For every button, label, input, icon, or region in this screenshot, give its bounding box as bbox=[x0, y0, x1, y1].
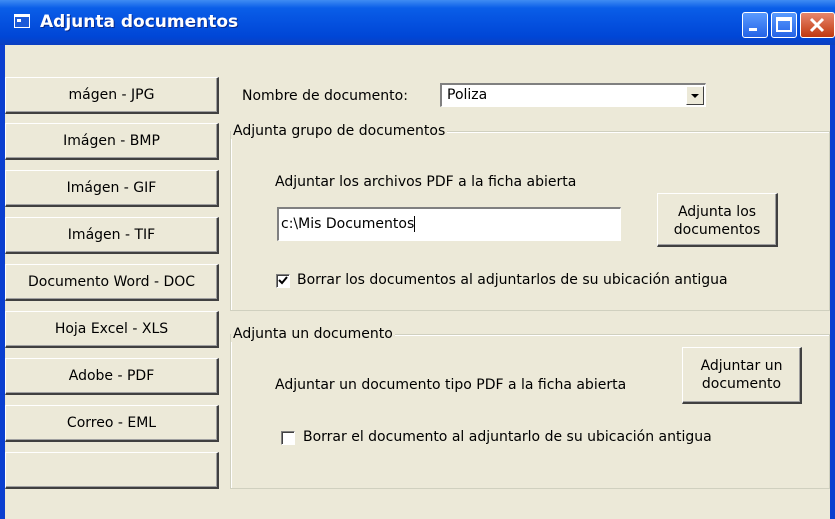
app-icon bbox=[14, 14, 30, 28]
minimize-button[interactable] bbox=[742, 12, 768, 38]
attach-documents-label-1: Adjunta los bbox=[677, 204, 757, 220]
window: Adjunta documentos mágen - JPG Imágen - … bbox=[0, 0, 835, 519]
attach-document-button[interactable]: Adjuntar un documento bbox=[682, 347, 802, 404]
group-single-legend: Adjunta un documento bbox=[231, 326, 395, 342]
doc-name-label: Nombre de documento: bbox=[242, 88, 408, 104]
checkmark-icon bbox=[278, 276, 288, 285]
maximize-icon bbox=[776, 17, 792, 32]
email-eml-button[interactable]: Correo - EML bbox=[5, 405, 219, 442]
path-value: c:\Mis Documentos bbox=[281, 216, 415, 232]
jpg-button[interactable]: mágen - JPG bbox=[5, 77, 219, 114]
attach-documents-label-2: documentos bbox=[673, 222, 761, 238]
delete-documents-label: Borrar los documentos al adjuntarlos de … bbox=[297, 272, 728, 288]
delete-document-label: Borrar el documento al adjuntarlo de su … bbox=[303, 429, 712, 445]
client-area: mágen - JPG Imágen - BMP Imágen - GIF Im… bbox=[5, 45, 830, 519]
adobe-pdf-button[interactable]: Adobe - PDF bbox=[5, 358, 219, 395]
close-button[interactable] bbox=[800, 12, 835, 38]
group-batch-legend: Adjunta grupo de documentos bbox=[231, 123, 448, 139]
path-input[interactable]: c:\Mis Documentos bbox=[277, 207, 621, 241]
excel-xls-button[interactable]: Hoja Excel - XLS bbox=[5, 311, 219, 348]
tif-button[interactable]: Imágen - TIF bbox=[5, 217, 219, 254]
gif-button[interactable]: Imágen - GIF bbox=[5, 170, 219, 207]
bmp-button[interactable]: Imágen - BMP bbox=[5, 123, 219, 160]
blank-button[interactable] bbox=[5, 452, 219, 489]
maximize-button[interactable] bbox=[771, 12, 797, 38]
window-title: Adjunta documentos bbox=[40, 12, 239, 32]
group-batch-description: Adjuntar los archivos PDF a la ficha abi… bbox=[275, 174, 577, 190]
close-icon bbox=[809, 17, 825, 33]
chevron-down-icon bbox=[691, 94, 699, 98]
doc-name-select[interactable]: Poliza bbox=[440, 83, 706, 107]
minimize-icon bbox=[749, 28, 757, 31]
word-doc-button[interactable]: Documento Word - DOC bbox=[5, 264, 219, 301]
text-caret bbox=[414, 216, 416, 232]
title-bar[interactable]: Adjunta documentos bbox=[0, 0, 835, 45]
attach-documents-button[interactable]: Adjunta los documentos bbox=[657, 193, 778, 247]
dropdown-button[interactable] bbox=[686, 86, 704, 105]
doc-name-value: Poliza bbox=[447, 87, 488, 103]
delete-documents-checkbox[interactable] bbox=[276, 274, 290, 288]
delete-document-checkbox[interactable] bbox=[281, 431, 295, 445]
group-single-description: Adjuntar un documento tipo PDF a la fich… bbox=[275, 377, 627, 393]
attach-document-label-2: documento bbox=[701, 376, 782, 392]
attach-document-label-1: Adjuntar un bbox=[700, 358, 783, 374]
